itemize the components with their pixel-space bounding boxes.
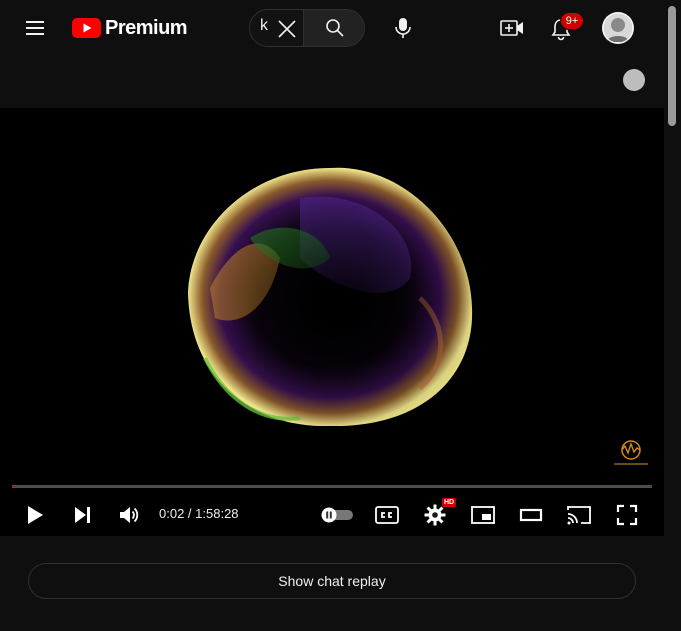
- cast-icon: [567, 506, 591, 525]
- closed-captions-icon: [375, 506, 399, 524]
- autoplay-toggle[interactable]: [317, 500, 357, 530]
- theater-mode-icon: [519, 508, 543, 522]
- clear-search-button[interactable]: [276, 18, 298, 40]
- create-button[interactable]: [499, 16, 525, 40]
- skip-next-icon: [75, 507, 90, 523]
- current-time: 0:02: [159, 506, 185, 521]
- autoplay-toggle-icon: [321, 507, 353, 523]
- time-separator: /: [184, 506, 196, 521]
- close-icon: [278, 20, 296, 38]
- avatar-image: [602, 12, 634, 44]
- miniplayer-button[interactable]: [468, 500, 498, 530]
- page-scrollbar[interactable]: [664, 0, 681, 631]
- avatar[interactable]: [602, 12, 634, 44]
- player-controls: 0:02 / 1:58:28 HD: [0, 468, 664, 536]
- menu-button[interactable]: [22, 16, 50, 40]
- fullscreen-button[interactable]: [612, 500, 642, 530]
- status-dot: [623, 69, 645, 91]
- voice-search-button[interactable]: [392, 16, 414, 40]
- menu-line: [26, 33, 44, 35]
- hamburger-menu-icon: [26, 21, 44, 23]
- search-button[interactable]: [304, 10, 364, 46]
- scrollbar-thumb[interactable]: [668, 6, 676, 126]
- masthead: Premium k 9+: [0, 0, 664, 56]
- volume-icon: [120, 507, 139, 523]
- search-input[interactable]: [260, 17, 274, 35]
- volume-button[interactable]: [114, 500, 144, 530]
- logo-text: Premium: [105, 16, 188, 39]
- progress-bar[interactable]: [12, 485, 652, 488]
- notification-count-badge: 9+: [560, 12, 584, 30]
- hd-badge: HD: [442, 498, 456, 507]
- microphone-icon: [395, 18, 411, 38]
- player-top-strip: [0, 56, 664, 108]
- play-icon: [28, 506, 43, 524]
- search-icon: [326, 19, 344, 37]
- show-chat-replay-button[interactable]: Show chat replay: [28, 563, 636, 599]
- gear-icon: [424, 504, 446, 526]
- time-display: 0:02 / 1:58:28: [159, 506, 239, 521]
- search-box: [249, 9, 365, 47]
- duration: 1:58:28: [195, 506, 239, 521]
- fullscreen-icon: [616, 504, 638, 526]
- youtube-play-logo-icon: [72, 18, 101, 38]
- theater-mode-button[interactable]: [516, 500, 546, 530]
- play-button[interactable]: [20, 500, 50, 530]
- video-player[interactable]: 0:02 / 1:58:28 HD: [0, 108, 664, 536]
- cast-button[interactable]: [564, 500, 594, 530]
- next-button[interactable]: [67, 500, 97, 530]
- captions-button[interactable]: [372, 500, 402, 530]
- channel-watermark[interactable]: [610, 438, 652, 468]
- menu-line: [26, 27, 44, 29]
- video-plus-icon: [500, 20, 523, 36]
- miniplayer-icon: [471, 506, 495, 524]
- youtube-logo[interactable]: Premium: [72, 15, 188, 41]
